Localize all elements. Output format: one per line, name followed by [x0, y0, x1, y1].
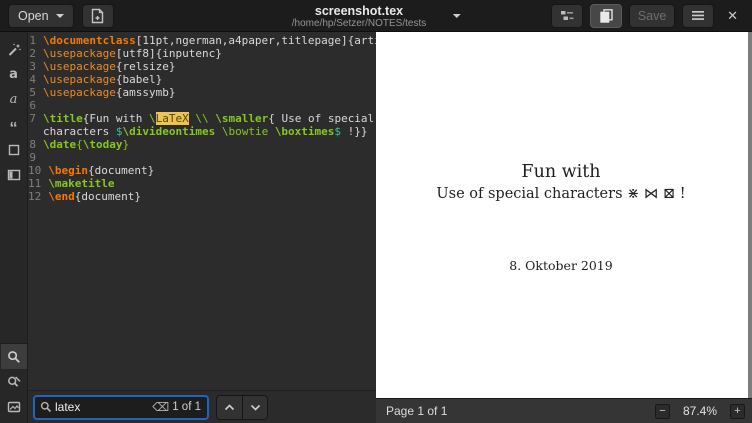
minus-icon: −: [659, 405, 665, 417]
code-text: characters $\divideontimes \bowtie \boxt…: [43, 125, 368, 138]
line-number: 12: [28, 190, 48, 203]
search-field[interactable]: ⌫ 1 of 1: [33, 395, 209, 420]
code-line[interactable]: 9: [28, 151, 407, 164]
code-line[interactable]: 1\documentclass[11pt,ngerman,a4paper,tit…: [28, 34, 407, 47]
code-text: \maketitle: [48, 177, 114, 190]
open-button-label: Open: [18, 9, 49, 23]
line-number: 1: [28, 34, 43, 47]
document-structure-icon: [560, 9, 574, 22]
code-line[interactable]: 8\date{\today}: [28, 138, 407, 151]
sidebar: a a “: [0, 32, 28, 423]
new-document-button[interactable]: [82, 4, 114, 28]
pdf-page[interactable]: Fun with Use of special characters ⋇ ⋈ ⊠…: [376, 32, 752, 398]
pdf-title-line1: Fun with: [376, 162, 746, 182]
preview-scrollbar[interactable]: [748, 32, 752, 398]
next-match-button[interactable]: [242, 395, 268, 420]
line-number: 6: [28, 99, 43, 112]
code-line[interactable]: 3\usepackage{relsize}: [28, 60, 407, 73]
document-title: screenshot.tex: [292, 4, 427, 18]
code-text: \usepackage{amssymb}: [43, 86, 175, 99]
header-bar: Open screenshot.tex /home/hp/Setzer/NOTE…: [0, 0, 752, 32]
code-text: \usepackage[utf8]{inputenc}: [43, 47, 222, 60]
italic-a-icon[interactable]: a: [1, 87, 27, 112]
save-button[interactable]: Save: [629, 4, 675, 28]
pdf-preview-pane: Fun with Use of special characters ⋇ ⋈ ⊠…: [376, 32, 752, 423]
search-input[interactable]: [55, 400, 149, 414]
search-bar: ⌫ 1 of 1 ✕: [28, 390, 407, 423]
clear-search-icon[interactable]: ⌫: [152, 400, 169, 414]
line-number: 3: [28, 60, 43, 73]
line-number: 4: [28, 73, 43, 86]
code-line[interactable]: 12\end{document}: [28, 190, 407, 203]
menu-button[interactable]: [682, 4, 714, 28]
search-magnifier-icon: [40, 401, 52, 413]
code-text: \title{Fun with \LaTeX \\ \smaller{ Use …: [43, 112, 374, 125]
line-number: 8: [28, 138, 43, 151]
code-line[interactable]: 5\usepackage{amssymb}: [28, 86, 407, 99]
code-line[interactable]: 10\begin{document}: [28, 164, 407, 177]
preview-toggle-button[interactable]: [590, 4, 622, 28]
previous-match-button[interactable]: [216, 395, 242, 420]
window-title-area[interactable]: screenshot.tex /home/hp/Setzer/NOTES/tes…: [292, 0, 461, 32]
chevron-up-icon: [224, 404, 235, 411]
frame-icon[interactable]: [1, 162, 27, 187]
chevron-down-icon: [250, 404, 261, 411]
pdf-date: 8. Oktober 2019: [376, 258, 746, 273]
plus-icon: +: [734, 405, 740, 417]
code-editor[interactable]: 1\documentclass[11pt,ngerman,a4paper,tit…: [28, 32, 407, 390]
code-text: \documentclass[11pt,ngerman,a4paper,titl…: [43, 34, 407, 47]
line-number: 5: [28, 86, 43, 99]
line-number: 10: [28, 164, 48, 177]
editor-pane: a a “: [0, 32, 376, 423]
code-line[interactable]: 4\usepackage{babel}: [28, 73, 407, 86]
save-button-label: Save: [638, 9, 667, 23]
zoom-level: 87.4%: [683, 404, 717, 418]
zoom-in-button[interactable]: +: [730, 404, 745, 419]
open-button[interactable]: Open: [8, 4, 74, 28]
hamburger-menu-icon: [691, 10, 705, 21]
code-text: \end{document}: [48, 190, 141, 203]
line-number: 7: [28, 112, 43, 125]
code-line[interactable]: 6: [28, 99, 407, 112]
quotes-icon[interactable]: “: [1, 112, 27, 137]
document-structure-button[interactable]: [551, 4, 583, 28]
title-chevron-down-icon: [452, 14, 460, 18]
zoom-out-button[interactable]: −: [655, 404, 670, 419]
bold-a-icon[interactable]: a: [1, 62, 27, 87]
page-status: Page 1 of 1: [386, 404, 447, 418]
box-icon[interactable]: [1, 137, 27, 162]
code-text: \date{\today}: [43, 138, 129, 151]
new-document-icon: [90, 8, 105, 24]
code-text: \usepackage{babel}: [43, 73, 162, 86]
line-number: 9: [28, 151, 43, 164]
line-number: 11: [28, 177, 48, 190]
code-line[interactable]: 11\maketitle: [28, 177, 407, 190]
code-text: \usepackage{relsize}: [43, 60, 175, 73]
search-match-count: 1 of 1: [172, 401, 202, 413]
pdf-title-line2: Use of special characters ⋇ ⋈ ⊠ !: [376, 186, 746, 202]
code-text: \begin{document}: [48, 164, 154, 177]
code-line[interactable]: 2\usepackage[utf8]{inputenc}: [28, 47, 407, 60]
line-number: 2: [28, 47, 43, 60]
magic-wand-icon[interactable]: [1, 37, 27, 62]
line-number: [28, 125, 43, 138]
window-close-button[interactable]: ✕: [721, 8, 744, 24]
preview-status-bar: Page 1 of 1 − 87.4% +: [376, 398, 752, 423]
preview-pages-icon: [599, 8, 614, 23]
close-icon: ✕: [727, 8, 738, 23]
image-icon[interactable]: [1, 394, 27, 419]
chevron-down-icon: [56, 14, 64, 18]
search-icon[interactable]: [1, 344, 27, 369]
code-line[interactable]: 7\title{Fun with \LaTeX \\ \smaller{ Use…: [28, 112, 407, 125]
find-replace-icon[interactable]: [1, 369, 27, 394]
document-path: /home/hp/Setzer/NOTES/tests: [292, 18, 427, 30]
code-line[interactable]: characters $\divideontimes \bowtie \boxt…: [28, 125, 407, 138]
